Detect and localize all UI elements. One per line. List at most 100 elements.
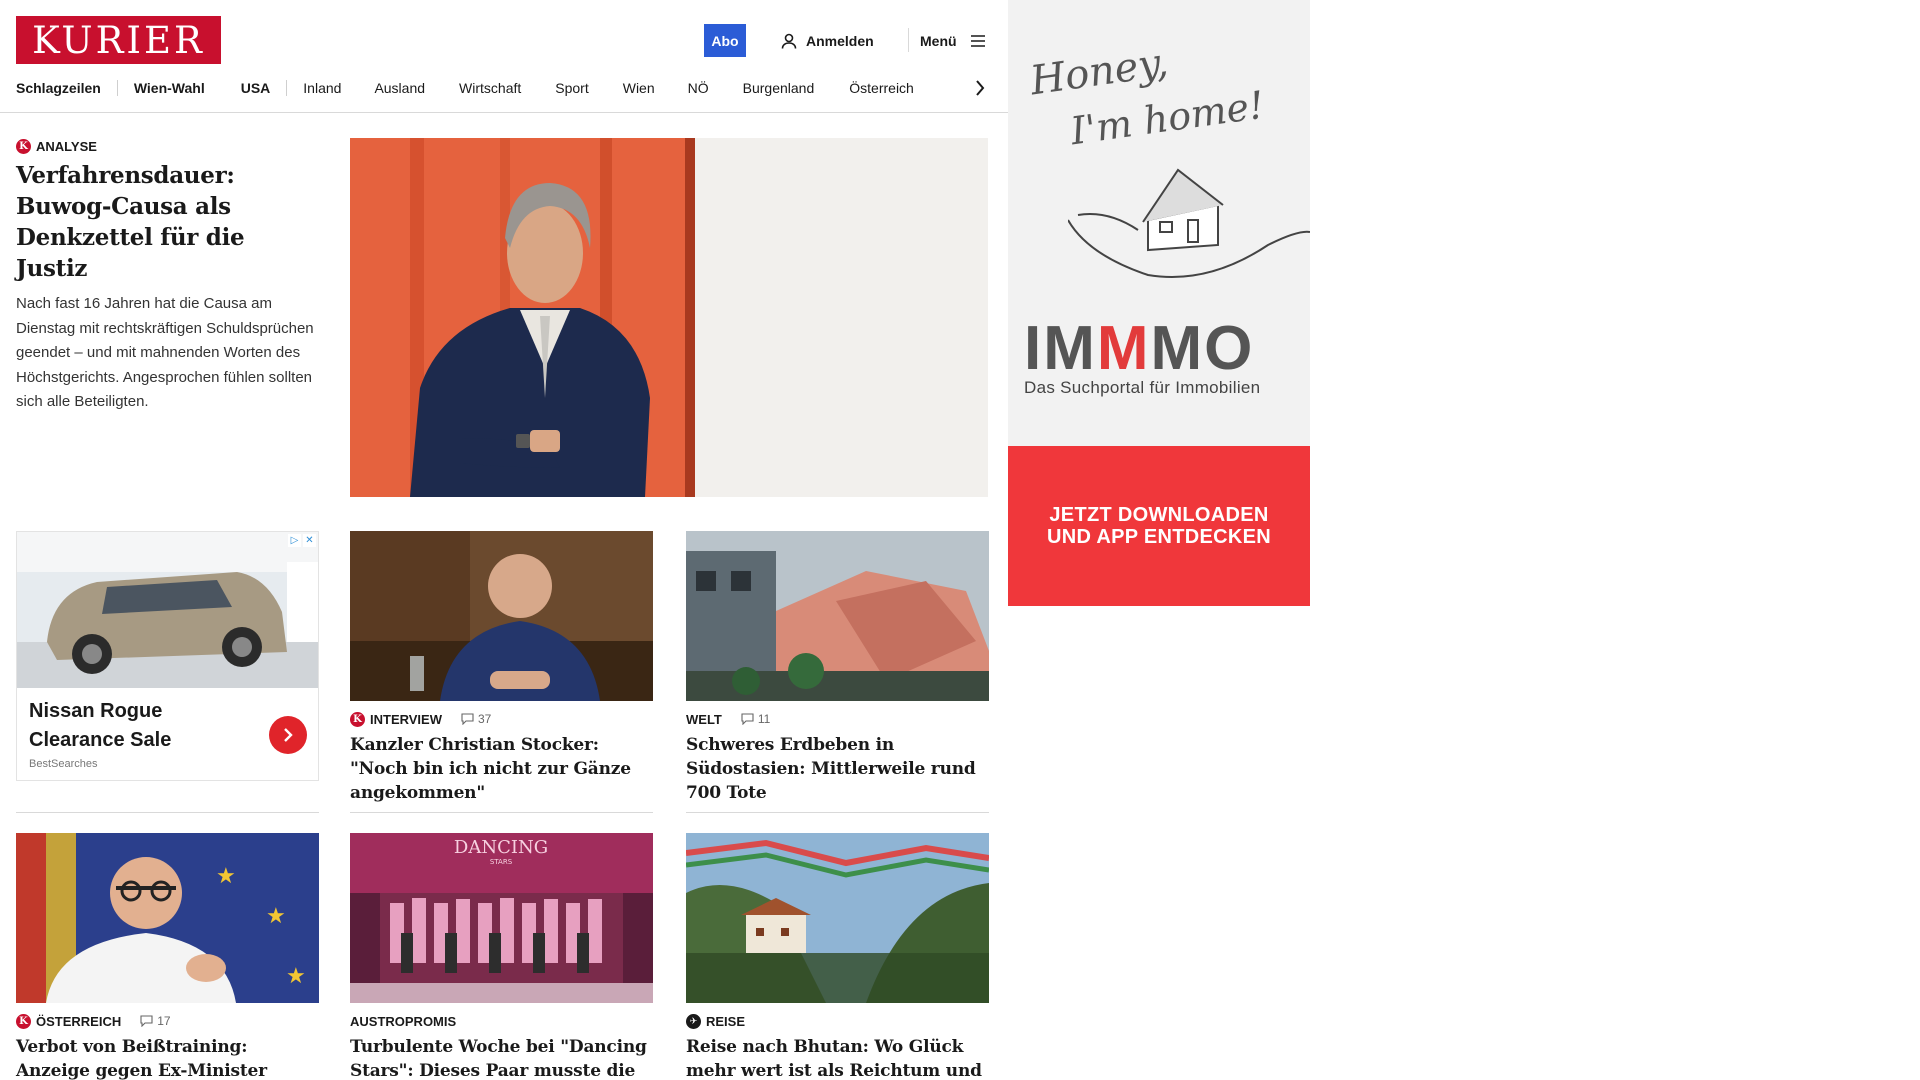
login-label: Anmelden [806, 32, 874, 49]
lead-article[interactable]: K ANALYSE Verfahrensdauer: Buwog-Causa a… [16, 138, 321, 415]
ad-info-icon[interactable]: ▷ [288, 534, 301, 547]
article-headline[interactable]: Turbulente Woche bei "Dancing Stars": Di… [350, 1035, 653, 1080]
cta-label: JETZT DOWNLOADEN UND APP ENTDECKEN [1047, 504, 1271, 548]
row-divider [350, 812, 653, 813]
nav-item-wien[interactable]: Wien [623, 80, 655, 96]
nav-item-usa[interactable]: USA [241, 80, 271, 96]
kicker-label: REISE [706, 1013, 746, 1029]
user-icon [781, 33, 797, 49]
dancing-stars-logo: DANCING [454, 837, 548, 858]
article-image: DANCING STARS [350, 833, 653, 1003]
chevron-right-icon [284, 728, 293, 742]
article-headline[interactable]: Reise nach Bhutan: Wo Glück mehr wert is… [686, 1035, 989, 1080]
ad-source: BestSearches [29, 758, 98, 770]
svg-text:★: ★ [266, 904, 286, 929]
article-headline[interactable]: Schweres Erdbeben in Südostasien: Mittle… [686, 733, 989, 805]
article-kicker: WELT 11 [686, 711, 989, 727]
article-image [350, 531, 653, 701]
chevron-right-icon [976, 80, 985, 96]
svg-text:★: ★ [216, 864, 236, 889]
login-button[interactable]: Anmelden [780, 24, 874, 57]
site-header: KURIER Abo Anmelden Menü Schlagzeilen Wi… [0, 0, 1008, 113]
nav-item-sport[interactable]: Sport [555, 80, 588, 96]
dancing-stars-logo-sub: STARS [490, 858, 513, 866]
article-card[interactable]: DANCING STARS AUSTROPROMIS Turbulente Wo… [350, 833, 653, 1080]
comment-count[interactable]: 11 [741, 712, 770, 726]
svg-text:★: ★ [286, 964, 306, 989]
article-kicker: K ANALYSE [16, 138, 321, 154]
nav-item-wien-wahl[interactable]: Wien-Wahl [134, 80, 205, 96]
row-divider [686, 812, 989, 813]
travel-icon: ✈ [686, 1013, 701, 1029]
ad-title[interactable]: Nissan Rogue Clearance Sale [29, 697, 249, 755]
nav-scroll-right[interactable] [970, 76, 990, 100]
hamburger-icon [970, 34, 985, 47]
close-icon[interactable]: ✕ [303, 534, 316, 547]
article-card[interactable]: ★ ★ ★ K ÖSTERREICH 17 Verbot von Beißtra… [16, 833, 319, 1080]
kicker-label: INTERVIEW [370, 711, 442, 727]
nav-item-wirtschaft[interactable]: Wirtschaft [459, 80, 521, 96]
kurier-plus-icon: K [16, 1013, 31, 1029]
download-app-button[interactable]: JETZT DOWNLOADEN UND APP ENTDECKEN [1008, 446, 1310, 606]
lead-image[interactable] [350, 138, 988, 497]
kurier-plus-icon: K [350, 711, 365, 727]
kicker-label: AUSTROPROMIS [350, 1013, 457, 1029]
section-nav: Schlagzeilen Wien-Wahl USA Inland Auslan… [16, 76, 914, 100]
comment-count[interactable]: 17 [140, 1014, 171, 1028]
kicker-label: ANALYSE [36, 138, 97, 154]
article-image [686, 531, 989, 701]
cta-line2: UND APP ENTDECKEN [1046, 526, 1272, 548]
article-headline[interactable]: Verbot von Beißtraining: Anzeige gegen E… [16, 1035, 319, 1080]
ad-arrow-button[interactable] [269, 716, 307, 754]
article-headline[interactable]: Kanzler Christian Stocker: "Noch bin ich… [350, 733, 653, 805]
article-card[interactable]: K INTERVIEW 37 Kanzler Christian Stocker… [350, 531, 653, 805]
nav-item-inland[interactable]: Inland [303, 80, 341, 96]
sponsored-card[interactable]: ▷ ✕ Nissan Rogue Clearance Sale BestSear… [16, 531, 319, 781]
kicker-label: WELT [686, 711, 722, 727]
immmo-logo-m: M [1096, 314, 1151, 383]
cta-line1: JETZT DOWNLOADEN [1049, 504, 1269, 526]
article-card[interactable]: WELT 11 Schweres Erdbeben in Südostasien… [686, 531, 989, 805]
immmo-logo: IMMMO [1024, 313, 1254, 384]
article-kicker: ✈ REISE [686, 1013, 989, 1029]
ad-image: ▷ ✕ [17, 532, 318, 688]
header-divider [908, 28, 909, 52]
immmo-logo-b: MO [1150, 314, 1255, 383]
menu-label: Menü [920, 32, 957, 49]
house-in-hand-illustration [1068, 168, 1310, 278]
comment-icon [140, 1015, 153, 1027]
kicker-label: ÖSTERREICH [36, 1013, 122, 1029]
article-image: ★ ★ ★ [16, 833, 319, 1003]
row-divider [16, 812, 319, 813]
comment-icon [461, 713, 474, 725]
lead-headline[interactable]: Verfahrensdauer: Buwog-Causa als Denkzet… [16, 160, 321, 284]
kurier-plus-icon: K [16, 138, 31, 154]
article-image [686, 833, 989, 1003]
logo-text: KURIER [32, 18, 205, 62]
ad-script-line1: Honey, [1027, 39, 1171, 105]
comment-count[interactable]: 37 [461, 712, 491, 726]
nav-item-noe[interactable]: NÖ [688, 80, 709, 96]
comment-count-value: 11 [757, 712, 771, 726]
abo-button[interactable]: Abo [704, 24, 746, 57]
nav-item-oesterreich[interactable]: Österreich [849, 80, 914, 96]
lead-teaser: Nach fast 16 Jahren hat die Causa am Die… [16, 295, 314, 410]
article-kicker: K ÖSTERREICH 17 [16, 1013, 319, 1029]
menu-button[interactable]: Menü [920, 24, 987, 57]
nav-item-burgenland[interactable]: Burgenland [743, 80, 815, 96]
nav-item-ausland[interactable]: Ausland [374, 80, 425, 96]
side-advertisement[interactable]: Honey, I'm home! IMMMO Das Suchportal fü… [1008, 0, 1310, 606]
nav-separator [116, 80, 118, 96]
comment-count-value: 17 [157, 1014, 171, 1028]
immmo-logo-a: IM [1024, 314, 1097, 383]
article-kicker: K INTERVIEW 37 [350, 711, 653, 727]
immmo-tagline: Das Suchportal für Immobilien [1024, 378, 1261, 397]
lead-photo [350, 138, 988, 497]
article-card[interactable]: ✈ REISE Reise nach Bhutan: Wo Glück mehr… [686, 833, 989, 1080]
comment-count-value: 37 [478, 712, 492, 726]
nav-item-schlagzeilen[interactable]: Schlagzeilen [16, 80, 101, 96]
nav-separator [286, 80, 288, 96]
ad-choices[interactable]: ▷ ✕ [288, 534, 316, 547]
comment-icon [741, 713, 754, 725]
kurier-logo[interactable]: KURIER [16, 16, 221, 64]
